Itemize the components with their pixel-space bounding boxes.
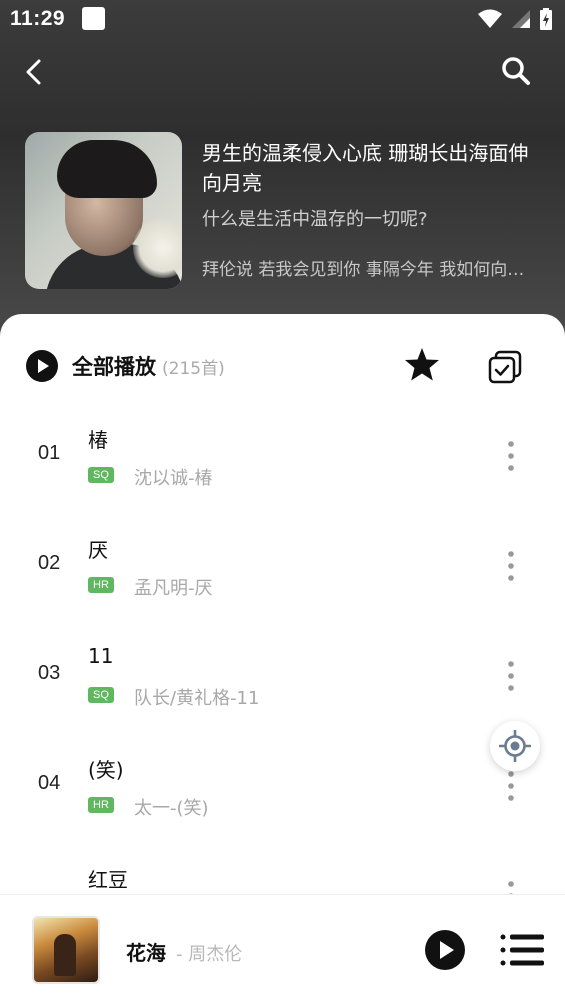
song-artist: 沈以诚-椿: [134, 468, 213, 489]
song-title: 红豆: [88, 868, 128, 892]
locate-icon: [499, 730, 531, 762]
song-row[interactable]: 04 (笑) HR 太一-(笑): [0, 736, 565, 846]
song-number: 04: [38, 772, 61, 794]
song-title: 11: [88, 644, 114, 668]
battery-icon: [540, 8, 552, 30]
quality-badge: SQ: [88, 467, 114, 483]
mini-player-artist: - 周杰伦: [176, 944, 243, 965]
quality-badge: HR: [88, 797, 114, 813]
mini-player-song: 花海: [126, 941, 166, 965]
more-icon[interactable]: [506, 440, 516, 472]
song-row[interactable]: 01 椿 SQ 沈以诚-椿: [0, 406, 565, 516]
song-row[interactable]: 02 厌 HR 孟凡明-厌: [0, 516, 565, 626]
locate-current-button[interactable]: [490, 721, 540, 771]
multi-select-icon[interactable]: [487, 349, 523, 385]
more-icon[interactable]: [506, 880, 516, 894]
song-artist: 孟凡明-厌: [134, 578, 213, 599]
song-number: 01: [38, 442, 61, 464]
notification-icon: [82, 7, 105, 30]
song-count: (215首): [162, 358, 225, 379]
playlist-subtitle: 什么是生活中温存的一切呢?: [202, 209, 428, 230]
mini-player-cover[interactable]: [32, 916, 100, 984]
song-number: 03: [38, 662, 61, 684]
wifi-icon: [478, 9, 502, 28]
status-time: 11:29: [10, 7, 66, 30]
playlist-title: 男生的温柔侵入心底 珊瑚长出海面伸向月亮: [202, 141, 529, 195]
cover-figure-hair: [57, 140, 157, 198]
song-row[interactable]: 红豆: [0, 846, 565, 894]
play-all-button[interactable]: 全部播放 (215首): [25, 348, 225, 384]
search-icon[interactable]: [501, 56, 531, 86]
star-icon[interactable]: [403, 346, 441, 384]
song-title: (笑): [88, 758, 124, 782]
playlist-icon[interactable]: [500, 933, 544, 967]
song-title: 椿: [88, 428, 108, 452]
playlist-cover[interactable]: [25, 132, 182, 289]
back-icon[interactable]: [18, 55, 52, 89]
status-icons: [477, 8, 553, 30]
song-row[interactable]: 03 11 SQ 队长/黄礼格-11: [0, 626, 565, 736]
play-all-label: 全部播放: [72, 355, 156, 379]
playlist-description[interactable]: 拜伦说 若我会见到你 事隔今年 我如何向你招呼 以眼泪 以沉默: [202, 258, 532, 282]
quality-badge: SQ: [88, 687, 114, 703]
mini-cover-figure: [54, 934, 76, 976]
mini-player[interactable]: 花海 - 周杰伦: [0, 894, 565, 1004]
play-icon[interactable]: [424, 929, 466, 971]
more-icon[interactable]: [506, 550, 516, 582]
song-artist: 队长/黄礼格-11: [134, 688, 260, 709]
song-number: 02: [38, 552, 61, 574]
quality-badge: HR: [88, 577, 114, 593]
play-circle-icon: [26, 350, 58, 382]
song-title: 厌: [88, 538, 108, 562]
more-icon[interactable]: [506, 770, 516, 802]
signal-icon: [512, 10, 530, 28]
status-bar: 11:29: [0, 0, 565, 38]
more-icon[interactable]: [506, 660, 516, 692]
song-artist: 太一-(笑): [134, 798, 209, 819]
